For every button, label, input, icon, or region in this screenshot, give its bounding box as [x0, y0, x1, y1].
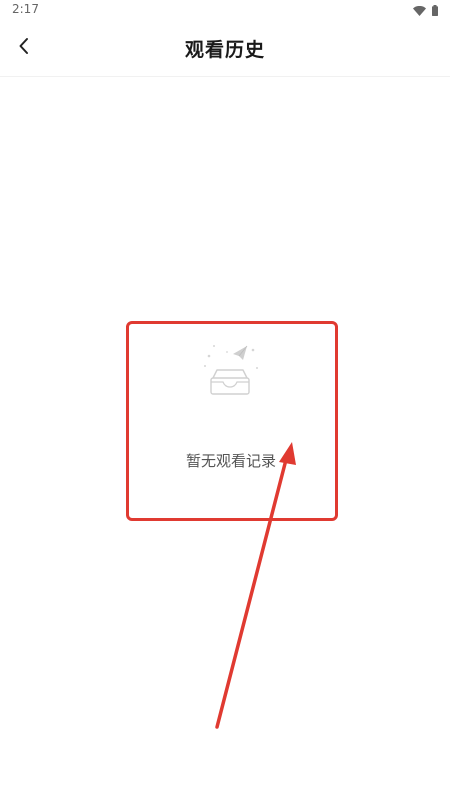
nav-bar: 观看历史 [0, 20, 450, 77]
status-time: 2:17 [12, 2, 39, 16]
status-icons [413, 3, 438, 17]
empty-message: 暂无观看记录 [185, 452, 276, 470]
empty-state: 暂无观看记录 [127, 322, 335, 518]
empty-tray-icon [199, 342, 263, 402]
status-bar: 2:17 [0, 0, 450, 20]
battery-icon [432, 1, 438, 20]
wifi-icon [413, 1, 426, 20]
page-title: 观看历史 [184, 39, 265, 61]
